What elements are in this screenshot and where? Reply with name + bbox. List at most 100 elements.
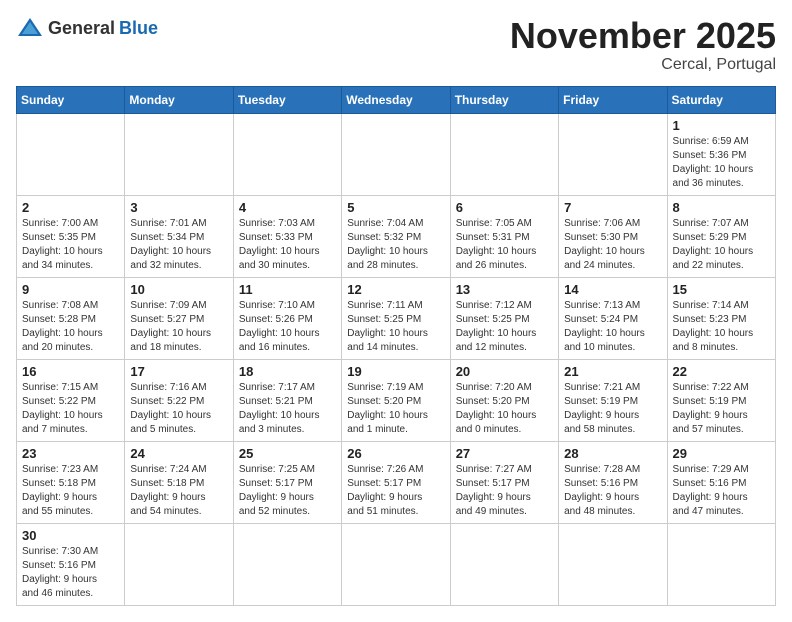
calendar-cell: 14 Sunrise: 7:13 AM Sunset: 5:24 PM Dayli… (559, 277, 667, 359)
day-info: Sunrise: 7:27 AM Sunset: 5:17 PM Dayligh… (456, 463, 553, 519)
calendar-cell: 27 Sunrise: 7:27 AM Sunset: 5:17 PM Dayli… (450, 441, 558, 523)
calendar-table: Sunday Monday Tuesday Wednesday Thursday… (16, 86, 776, 606)
day-info: Sunrise: 7:11 AM Sunset: 5:25 PM Dayligh… (347, 299, 444, 355)
col-thursday: Thursday (450, 86, 558, 113)
day-number: 28 (564, 446, 661, 461)
day-number: 7 (564, 200, 661, 215)
calendar-cell: 2 Sunrise: 7:00 AM Sunset: 5:35 PM Daylig… (17, 195, 125, 277)
calendar-cell: 6Sunrise: 7:05 AM Sunset: 5:31 PM Daylig… (450, 195, 558, 277)
calendar-cell (559, 113, 667, 195)
col-monday: Monday (125, 86, 233, 113)
day-info: Sunrise: 7:07 AM Sunset: 5:29 PM Dayligh… (673, 217, 770, 273)
day-info: Sunrise: 7:14 AM Sunset: 5:23 PM Dayligh… (673, 299, 770, 355)
calendar-cell: 23Sunrise: 7:23 AM Sunset: 5:18 PM Dayli… (17, 441, 125, 523)
day-number: 17 (130, 364, 227, 379)
calendar-cell: 8 Sunrise: 7:07 AM Sunset: 5:29 PM Daylig… (667, 195, 775, 277)
calendar-cell: 24 Sunrise: 7:24 AM Sunset: 5:18 PM Dayli… (125, 441, 233, 523)
day-number: 18 (239, 364, 336, 379)
calendar-cell: 3Sunrise: 7:01 AM Sunset: 5:34 PM Daylig… (125, 195, 233, 277)
calendar-cell: 15 Sunrise: 7:14 AM Sunset: 5:23 PM Dayli… (667, 277, 775, 359)
calendar-cell (450, 523, 558, 605)
day-info: Sunrise: 7:21 AM Sunset: 5:19 PM Dayligh… (564, 381, 661, 437)
day-number: 8 (673, 200, 770, 215)
calendar-cell (17, 113, 125, 195)
day-number: 20 (456, 364, 553, 379)
day-number: 29 (673, 446, 770, 461)
calendar-cell: 1 Sunrise: 6:59 AM Sunset: 5:36 PM Daylig… (667, 113, 775, 195)
calendar-cell: 16 Sunrise: 7:15 AM Sunset: 5:22 PM Dayli… (17, 359, 125, 441)
calendar-cell: 29 Sunrise: 7:29 AM Sunset: 5:16 PM Dayli… (667, 441, 775, 523)
day-number: 4 (239, 200, 336, 215)
calendar-week-row: 1 Sunrise: 6:59 AM Sunset: 5:36 PM Daylig… (17, 113, 776, 195)
calendar-cell: 17 Sunrise: 7:16 AM Sunset: 5:22 PM Dayli… (125, 359, 233, 441)
day-info: Sunrise: 7:17 AM Sunset: 5:21 PM Dayligh… (239, 381, 336, 437)
logo-blue: Blue (119, 18, 158, 39)
calendar-cell: 18 Sunrise: 7:17 AM Sunset: 5:21 PM Dayli… (233, 359, 341, 441)
day-info: Sunrise: 7:28 AM Sunset: 5:16 PM Dayligh… (564, 463, 661, 519)
day-info: Sunrise: 7:15 AM Sunset: 5:22 PM Dayligh… (22, 381, 119, 437)
day-info: Sunrise: 7:12 AM Sunset: 5:25 PM Dayligh… (456, 299, 553, 355)
calendar-week-row: 2 Sunrise: 7:00 AM Sunset: 5:35 PM Daylig… (17, 195, 776, 277)
day-info: Sunrise: 7:10 AM Sunset: 5:26 PM Dayligh… (239, 299, 336, 355)
day-info: Sunrise: 7:00 AM Sunset: 5:35 PM Dayligh… (22, 217, 119, 273)
day-number: 19 (347, 364, 444, 379)
day-info: Sunrise: 7:16 AM Sunset: 5:22 PM Dayligh… (130, 381, 227, 437)
calendar-cell: 12Sunrise: 7:11 AM Sunset: 5:25 PM Dayli… (342, 277, 450, 359)
day-number: 13 (456, 282, 553, 297)
day-number: 21 (564, 364, 661, 379)
day-number: 24 (130, 446, 227, 461)
col-wednesday: Wednesday (342, 86, 450, 113)
calendar-header-row: Sunday Monday Tuesday Wednesday Thursday… (17, 86, 776, 113)
day-info: Sunrise: 7:13 AM Sunset: 5:24 PM Dayligh… (564, 299, 661, 355)
calendar-cell (559, 523, 667, 605)
day-number: 27 (456, 446, 553, 461)
day-info: Sunrise: 7:25 AM Sunset: 5:17 PM Dayligh… (239, 463, 336, 519)
calendar-cell: 5 Sunrise: 7:04 AM Sunset: 5:32 PM Daylig… (342, 195, 450, 277)
month-title: November 2025 (510, 16, 776, 56)
col-friday: Friday (559, 86, 667, 113)
day-info: Sunrise: 7:19 AM Sunset: 5:20 PM Dayligh… (347, 381, 444, 437)
day-number: 10 (130, 282, 227, 297)
day-info: Sunrise: 6:59 AM Sunset: 5:36 PM Dayligh… (673, 135, 770, 191)
calendar-cell: 4 Sunrise: 7:03 AM Sunset: 5:33 PM Daylig… (233, 195, 341, 277)
day-number: 1 (673, 118, 770, 133)
day-info: Sunrise: 7:01 AM Sunset: 5:34 PM Dayligh… (130, 217, 227, 273)
location: Cercal, Portugal (510, 56, 776, 74)
calendar-cell: 9Sunrise: 7:08 AM Sunset: 5:28 PM Daylig… (17, 277, 125, 359)
calendar-week-row: 9Sunrise: 7:08 AM Sunset: 5:28 PM Daylig… (17, 277, 776, 359)
calendar-cell (125, 113, 233, 195)
day-number: 25 (239, 446, 336, 461)
day-number: 11 (239, 282, 336, 297)
day-info: Sunrise: 7:03 AM Sunset: 5:33 PM Dayligh… (239, 217, 336, 273)
calendar-cell: 20Sunrise: 7:20 AM Sunset: 5:20 PM Dayli… (450, 359, 558, 441)
calendar-cell: 30Sunrise: 7:30 AM Sunset: 5:16 PM Dayli… (17, 523, 125, 605)
calendar-cell: 13 Sunrise: 7:12 AM Sunset: 5:25 PM Dayli… (450, 277, 558, 359)
calendar-week-row: 30Sunrise: 7:30 AM Sunset: 5:16 PM Dayli… (17, 523, 776, 605)
title-area: November 2025 Cercal, Portugal (510, 16, 776, 74)
logo-icon (16, 16, 44, 40)
day-number: 5 (347, 200, 444, 215)
day-number: 2 (22, 200, 119, 215)
day-number: 16 (22, 364, 119, 379)
calendar-cell (125, 523, 233, 605)
day-number: 14 (564, 282, 661, 297)
calendar-cell: 28 Sunrise: 7:28 AM Sunset: 5:16 PM Dayli… (559, 441, 667, 523)
day-number: 15 (673, 282, 770, 297)
day-info: Sunrise: 7:24 AM Sunset: 5:18 PM Dayligh… (130, 463, 227, 519)
day-info: Sunrise: 7:09 AM Sunset: 5:27 PM Dayligh… (130, 299, 227, 355)
day-info: Sunrise: 7:04 AM Sunset: 5:32 PM Dayligh… (347, 217, 444, 273)
calendar-week-row: 23Sunrise: 7:23 AM Sunset: 5:18 PM Dayli… (17, 441, 776, 523)
calendar-cell: 25 Sunrise: 7:25 AM Sunset: 5:17 PM Dayli… (233, 441, 341, 523)
day-info: Sunrise: 7:29 AM Sunset: 5:16 PM Dayligh… (673, 463, 770, 519)
day-number: 26 (347, 446, 444, 461)
col-tuesday: Tuesday (233, 86, 341, 113)
calendar-cell: 26Sunrise: 7:26 AM Sunset: 5:17 PM Dayli… (342, 441, 450, 523)
calendar-cell (450, 113, 558, 195)
calendar-cell (233, 523, 341, 605)
col-saturday: Saturday (667, 86, 775, 113)
calendar-cell (342, 523, 450, 605)
calendar-cell: 7 Sunrise: 7:06 AM Sunset: 5:30 PM Daylig… (559, 195, 667, 277)
calendar-cell (342, 113, 450, 195)
day-info: Sunrise: 7:06 AM Sunset: 5:30 PM Dayligh… (564, 217, 661, 273)
day-info: Sunrise: 7:05 AM Sunset: 5:31 PM Dayligh… (456, 217, 553, 273)
